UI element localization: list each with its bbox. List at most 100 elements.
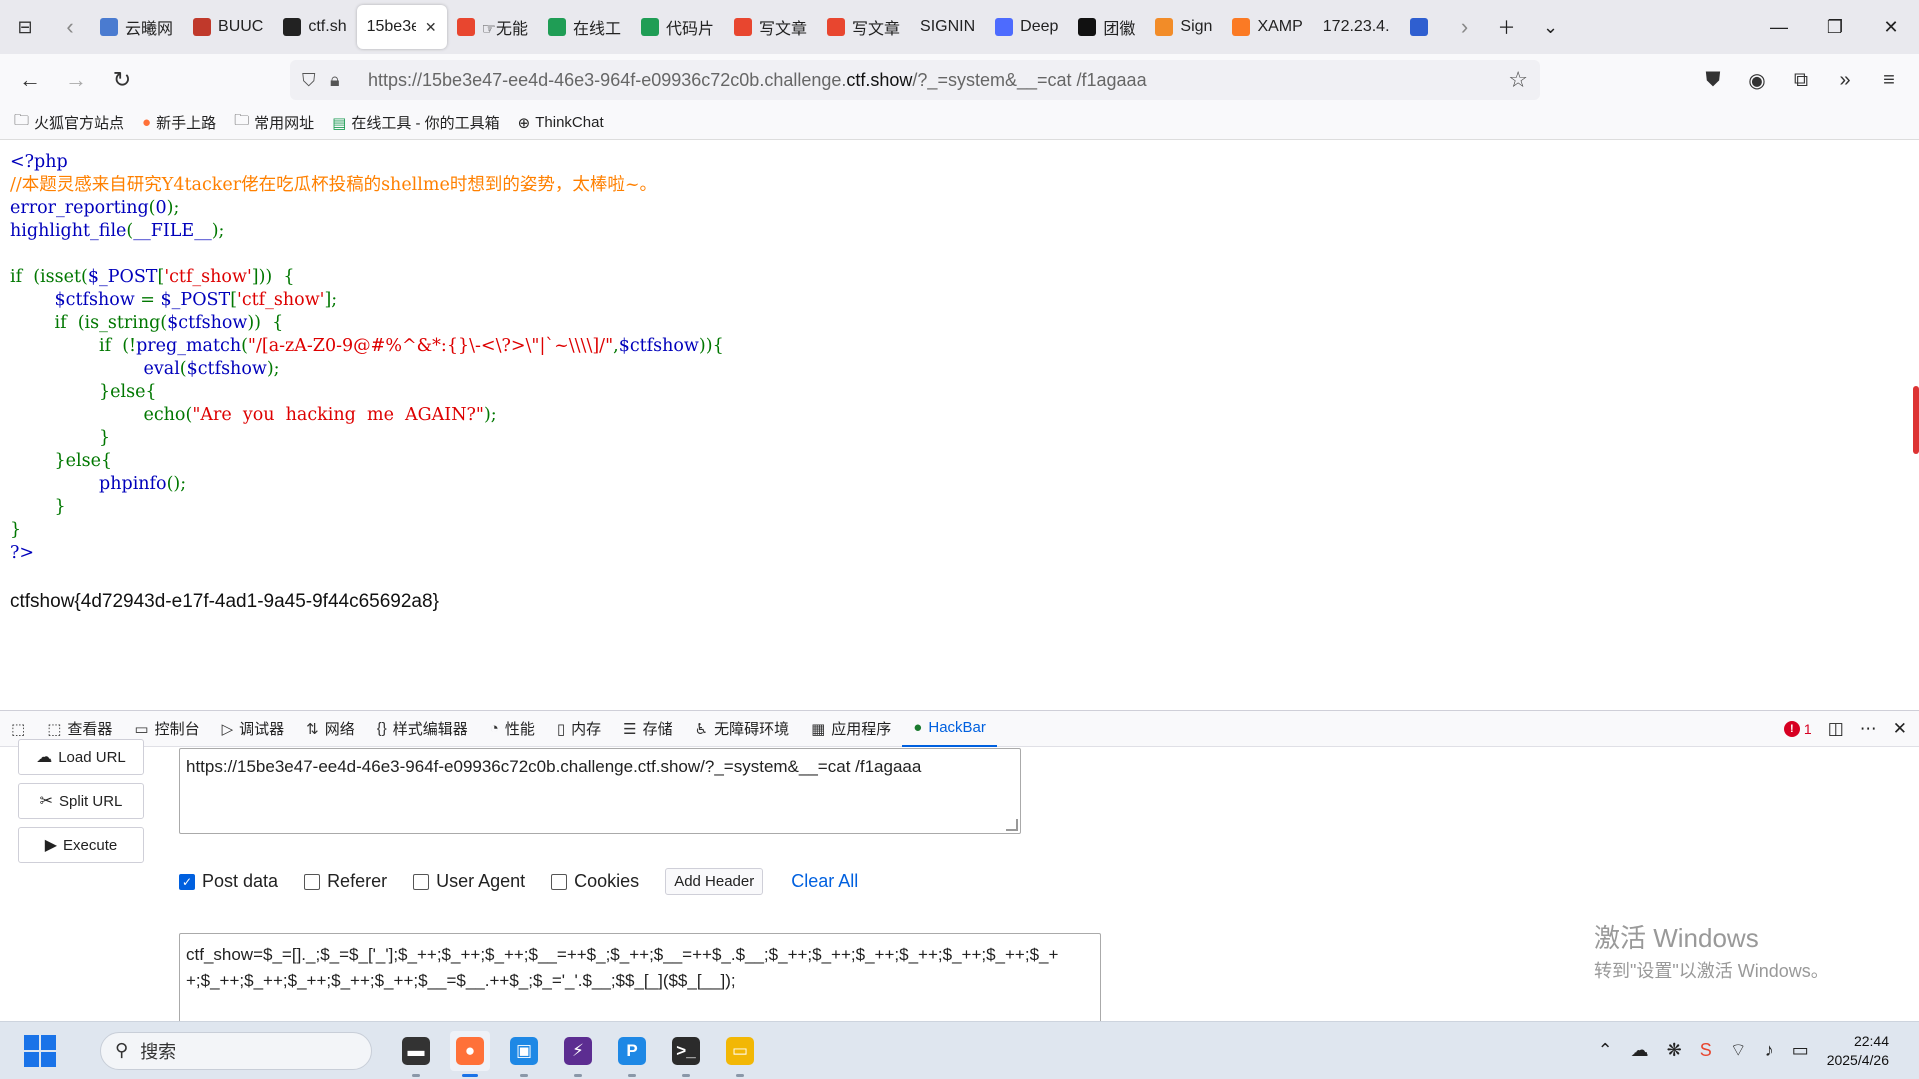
volume-icon[interactable]: ♪ xyxy=(1765,1040,1774,1061)
code-token: 'ctf_show' xyxy=(164,267,252,287)
list-all-tabs-button[interactable]: ⌄ xyxy=(1529,0,1573,54)
browser-tab[interactable]: 团徽 xyxy=(1068,5,1145,49)
memory-icon: ▯ xyxy=(556,720,566,738)
bookmark-item[interactable]: 🗀 火狐官方站点 xyxy=(14,110,124,135)
devtools-tab[interactable]: ♿︎ 无障碍环境 xyxy=(684,711,800,747)
referer-checkbox[interactable] xyxy=(304,873,321,890)
menu-button[interactable]: ≡ xyxy=(1869,60,1909,100)
browser-tab[interactable]: Sign xyxy=(1145,5,1222,49)
tab-label: SIGNIN xyxy=(920,18,976,35)
taskbar-app[interactable]: P xyxy=(612,1031,652,1077)
pocket-button[interactable]: ⛊ xyxy=(1693,60,1733,100)
taskbar-app[interactable]: ⚡ xyxy=(558,1031,598,1077)
resize-grip[interactable] xyxy=(1006,819,1018,831)
tab-list-button[interactable]: ⊟ xyxy=(0,0,50,54)
browser-tab[interactable]: 172.23.4. xyxy=(1313,5,1400,49)
url-text[interactable]: https://15be3e47-ee4d-46e3-964f-e09936c7… xyxy=(368,70,1147,91)
scroll-tabs-left-button[interactable]: ‹ xyxy=(50,0,90,54)
bookmark-item[interactable]: 🗀 常用网址 xyxy=(234,110,314,135)
lock-icon[interactable]: 🔒︎ xyxy=(330,70,358,91)
minimize-button[interactable]: — xyxy=(1751,0,1807,54)
taskbar-app[interactable]: ▭ xyxy=(720,1031,760,1077)
tray-app-icon[interactable]: ❋ xyxy=(1667,1040,1682,1061)
close-window-button[interactable]: ✕ xyxy=(1863,0,1919,54)
browser-tab[interactable]: ☞无能 xyxy=(447,5,538,49)
url-bar[interactable]: ⛉ 🔒︎ https://15be3e47-ee4d-46e3-964f-e09… xyxy=(290,60,1540,100)
bookmark-item[interactable]: ▤ 在线工具 - 你的工具箱 xyxy=(332,112,500,133)
csdn-icon xyxy=(827,18,845,36)
browser-tab[interactable]: 写文章 xyxy=(817,5,910,49)
user-agent-checkbox[interactable] xyxy=(413,873,430,890)
devtools-tab[interactable]: ▯ 内存 xyxy=(546,711,612,747)
chevron-up-icon[interactable]: ⌃ xyxy=(1598,1040,1613,1061)
devtools-tab[interactable]: ▷ 调试器 xyxy=(211,711,296,747)
taskbar-app[interactable]: ▬ xyxy=(396,1031,436,1077)
devtools-tab[interactable]: ● HackBar xyxy=(902,711,997,747)
error-count-badge[interactable]: ! 1 xyxy=(1783,720,1812,737)
taskbar-app[interactable]: >_ xyxy=(666,1031,706,1077)
more-options-icon[interactable]: ⋯ xyxy=(1860,719,1877,739)
hackbar-url-input[interactable]: https://15be3e47-ee4d-46e3-964f-e09936c7… xyxy=(179,748,1021,834)
start-button[interactable] xyxy=(24,1034,56,1067)
referer-option[interactable]: Referer xyxy=(304,871,387,892)
browser-tab[interactable]: 代码片 xyxy=(631,5,724,49)
restore-button[interactable]: ❐ xyxy=(1807,0,1863,54)
taskbar-app[interactable]: ▣ xyxy=(504,1031,544,1077)
devtools-tab[interactable]: ☰ 存储 xyxy=(612,711,683,747)
browser-tab[interactable]: 写文章 xyxy=(724,5,817,49)
back-button[interactable]: ← xyxy=(10,60,50,100)
cloud-off-icon[interactable]: ☁ xyxy=(1631,1040,1649,1061)
post-data-checkbox[interactable]: ✓ xyxy=(179,873,195,890)
post-data-input[interactable]: ctf_show=$_=[]._;$_=$_['_'];$_++;$_++;$_… xyxy=(179,933,1101,1033)
clock[interactable]: 22:44 2025/4/26 xyxy=(1827,1032,1889,1070)
bookmark-item[interactable]: ● 新手上路 xyxy=(142,112,216,133)
browser-tab[interactable]: 在线工 xyxy=(538,5,631,49)
devtools-tab[interactable]: ⇅ 网络 xyxy=(295,711,366,747)
folder-icon: 🗀 xyxy=(234,112,250,129)
reload-button[interactable]: ↻ xyxy=(102,60,142,100)
bookmark-star-icon[interactable]: ☆ xyxy=(1508,67,1528,93)
taskbar-search[interactable]: ⚲ 搜索 xyxy=(100,1031,372,1070)
user-agent-option[interactable]: User Agent xyxy=(413,871,525,892)
devtools-tab[interactable]: ◔ 性能 xyxy=(479,711,546,747)
code-line: if (is_string($ctfshow)) { xyxy=(10,312,724,335)
cookies-option[interactable]: Cookies xyxy=(551,871,639,892)
devtools-tab[interactable]: {} 样式编辑器 xyxy=(366,711,479,747)
browser-tab[interactable] xyxy=(1400,5,1445,49)
post-data-option[interactable]: ✓ Post data xyxy=(179,871,278,892)
browser-tab[interactable]: 15be3e ✕ xyxy=(356,5,447,49)
close-tab-icon[interactable]: ✕ xyxy=(425,19,437,36)
wifi-icon[interactable]: ⌔ xyxy=(1730,1039,1747,1062)
page-scrollbar[interactable] xyxy=(1913,386,1919,454)
bookmark-item[interactable]: ⊕ ThinkChat xyxy=(518,114,604,132)
dock-icon[interactable]: ◫ xyxy=(1828,719,1844,739)
add-header-button[interactable]: Add Header xyxy=(665,868,764,895)
style-editor-icon: {} xyxy=(376,720,387,737)
forward-button[interactable]: → xyxy=(56,60,96,100)
battery-icon[interactable]: ▭ xyxy=(1792,1040,1809,1061)
tab-list-icon: ⊟ xyxy=(17,16,33,37)
browser-tab[interactable]: ctf.sh xyxy=(273,5,356,49)
browser-tab[interactable]: 云曦网 xyxy=(90,5,183,49)
browser-tab[interactable]: BUUC xyxy=(183,5,273,49)
extensions-button[interactable]: ⧉ xyxy=(1781,60,1821,100)
close-devtools-icon[interactable]: ✕ xyxy=(1893,719,1907,739)
code-token: }else{ xyxy=(10,382,157,402)
new-tab-button[interactable]: ＋ xyxy=(1485,0,1529,54)
sogou-icon[interactable]: S xyxy=(1700,1040,1712,1061)
execute-button[interactable]: ▶ Execute xyxy=(18,827,144,863)
shield-icon[interactable]: ⛉ xyxy=(302,70,330,91)
code-token: __FILE__ xyxy=(133,221,212,241)
account-button[interactable]: ◉ xyxy=(1737,60,1777,100)
clear-all-link[interactable]: Clear All xyxy=(791,871,858,892)
scroll-tabs-right-button[interactable]: › xyxy=(1445,0,1485,54)
split-url-button[interactable]: ✂ Split URL xyxy=(18,783,144,819)
devtools-tab[interactable]: ▦ 应用程序 xyxy=(800,711,902,747)
browser-tab[interactable]: XAMP xyxy=(1222,5,1312,49)
taskbar-app[interactable]: ● xyxy=(450,1030,490,1077)
cookies-checkbox[interactable] xyxy=(551,873,568,890)
overflow-button[interactable]: » xyxy=(1825,60,1865,100)
browser-tab[interactable]: SIGNIN xyxy=(910,5,985,49)
browser-tab[interactable]: Deep xyxy=(985,5,1068,49)
load-url-button[interactable]: ☁ Load URL xyxy=(18,739,144,775)
